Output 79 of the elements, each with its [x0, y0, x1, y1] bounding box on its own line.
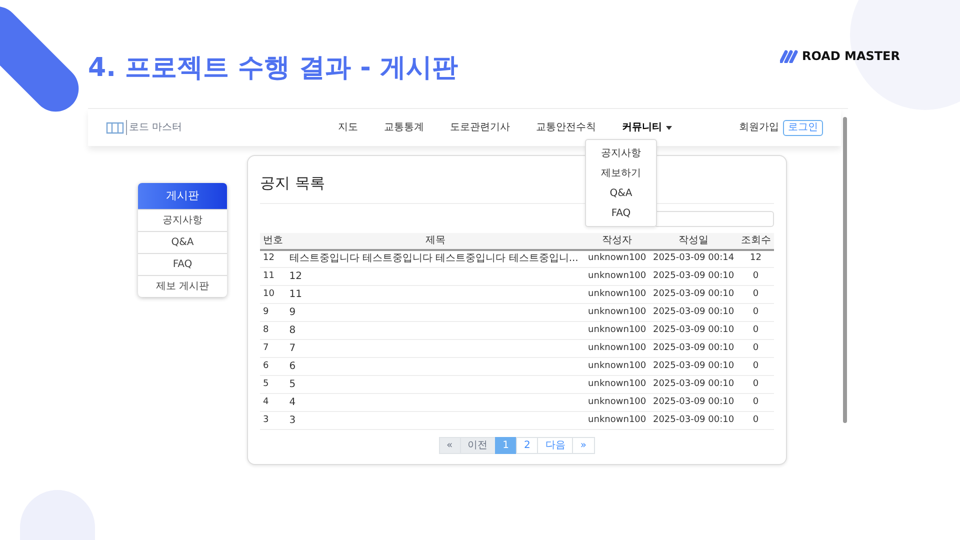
table-cell: 2025-03-09 00:10 — [649, 394, 738, 412]
table-cell[interactable]: 3 — [286, 412, 585, 430]
table-cell[interactable]: 11 — [286, 286, 585, 304]
table-cell: 2025-03-09 00:10 — [649, 340, 738, 358]
table-cell: unknown100 — [584, 250, 650, 268]
column-header: 조회수 — [738, 232, 774, 250]
table-cell: 2025-03-09 00:10 — [649, 358, 738, 376]
table-cell[interactable]: 4 — [286, 394, 585, 412]
table-cell: 9 — [260, 304, 286, 322]
dropdown-item[interactable]: Q&A — [586, 183, 656, 203]
sidebar-item[interactable]: FAQ — [138, 253, 227, 275]
search-field[interactable] — [654, 210, 774, 226]
dropdown-item[interactable]: 제보하기 — [586, 163, 656, 183]
sidebar-item[interactable]: 공지사항 — [138, 209, 227, 231]
column-header: 작성일 — [649, 232, 738, 250]
table-cell: 7 — [260, 340, 286, 358]
nav-link[interactable]: 지도 — [338, 120, 358, 135]
table-cell: 0 — [738, 358, 774, 376]
sidebar-item[interactable]: Q&A — [138, 231, 227, 253]
column-header: 작성자 — [584, 232, 650, 250]
nav-link[interactable]: 커뮤니티 — [622, 120, 672, 135]
pagination-button[interactable]: « — [438, 437, 461, 454]
column-header: 제목 — [286, 232, 585, 250]
table-cell: 2025-03-09 00:10 — [649, 376, 738, 394]
table-cell: 0 — [738, 376, 774, 394]
brand-name: ROAD MASTER — [802, 48, 900, 65]
pagination-button[interactable]: 이전 — [460, 437, 496, 454]
table-cell: unknown100 — [584, 340, 650, 358]
table-cell[interactable]: 8 — [286, 322, 585, 340]
table-cell[interactable]: 5 — [286, 376, 585, 394]
table-cell[interactable]: 9 — [286, 304, 585, 322]
table-cell: 0 — [738, 268, 774, 286]
table-cell: 12 — [738, 250, 774, 268]
nav-link[interactable]: 교통안전수칙 — [536, 120, 596, 135]
map-icon — [106, 122, 124, 134]
table-cell: unknown100 — [584, 394, 650, 412]
table-cell: 0 — [738, 340, 774, 358]
table-cell[interactable]: 12 — [286, 268, 585, 286]
table-cell: 0 — [738, 286, 774, 304]
sidebar-item[interactable]: 제보 게시판 — [138, 275, 227, 297]
table-cell: 10 — [260, 286, 286, 304]
table-cell: 4 — [260, 394, 286, 412]
table-cell: unknown100 — [584, 358, 650, 376]
table-cell[interactable]: 테스트중입니다 테스트중입니다 테스트중입니다 테스트중입니... — [286, 250, 585, 268]
logo-icon — [780, 50, 798, 62]
sidebar-header: 게시판 — [138, 183, 227, 209]
table-cell: 0 — [738, 322, 774, 340]
table-cell: 2025-03-09 00:10 — [649, 412, 738, 430]
table-cell: unknown100 — [584, 376, 650, 394]
table-cell[interactable]: 7 — [286, 340, 585, 358]
table-cell: 6 — [260, 358, 286, 376]
nav-link[interactable]: 교통통계 — [384, 120, 424, 135]
signup-link[interactable]: 회원가입 — [739, 120, 779, 135]
table-cell[interactable]: 6 — [286, 358, 585, 376]
dropdown-item[interactable]: 공지사항 — [586, 143, 656, 163]
table-cell: 0 — [738, 304, 774, 322]
table-cell: unknown100 — [584, 268, 650, 286]
table-cell: 2025-03-09 00:10 — [649, 322, 738, 340]
table-cell: 0 — [738, 394, 774, 412]
nav-link[interactable]: 도로관련기사 — [450, 120, 510, 135]
table-cell: 8 — [260, 322, 286, 340]
column-header: 번호 — [260, 232, 286, 250]
table-cell: 3 — [260, 412, 286, 430]
table-cell: unknown100 — [584, 322, 650, 340]
table-cell: 2025-03-09 00:14 — [649, 250, 738, 268]
table-cell: 2025-03-09 00:10 — [649, 304, 738, 322]
caret-icon — [666, 126, 672, 130]
table-cell: unknown100 — [584, 304, 650, 322]
table-cell: unknown100 — [584, 412, 650, 430]
table-cell: 0 — [738, 412, 774, 430]
table-cell: 5 — [260, 376, 286, 394]
table-cell: 2025-03-09 00:10 — [649, 268, 738, 286]
table-cell: 12 — [260, 250, 286, 268]
dropdown-item[interactable]: FAQ — [586, 203, 656, 223]
slide-title: 4. 프로젝트 수행 결과 - 게시판 — [88, 52, 458, 84]
table-cell: 11 — [260, 268, 286, 286]
table-cell: unknown100 — [584, 286, 650, 304]
table-cell: 2025-03-09 00:10 — [649, 286, 738, 304]
site-logo-text[interactable]: 로드 마스터 — [126, 120, 182, 135]
